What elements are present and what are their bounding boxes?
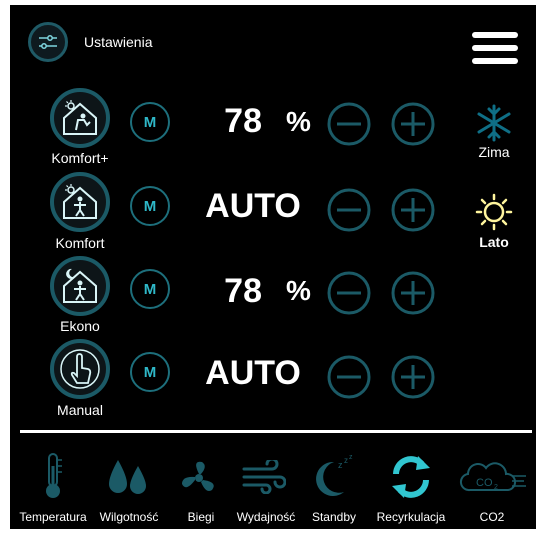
- mode-label: Komfort: [55, 235, 105, 251]
- mode-button-manual[interactable]: [50, 339, 110, 399]
- thermometer-icon[interactable]: [40, 452, 66, 500]
- minus-button[interactable]: [326, 101, 372, 147]
- hand-pointer-icon: [60, 349, 100, 389]
- svg-text:CO: CO: [476, 477, 493, 489]
- house-moon-person-icon: [63, 268, 97, 303]
- plus-button[interactable]: [390, 270, 436, 316]
- minus-button[interactable]: [326, 354, 372, 400]
- house-sun-person-icon: [63, 100, 97, 135]
- app-screen: Ustawienia Komfort+ M 78 % Komfort M AUT…: [10, 5, 536, 529]
- fan-icon[interactable]: [178, 458, 220, 498]
- minus-button[interactable]: [326, 270, 372, 316]
- svg-text:z: z: [344, 456, 348, 465]
- menu-button[interactable]: [472, 32, 518, 68]
- mode-value: AUTO: [205, 187, 301, 225]
- settings-label[interactable]: Ustawienia: [84, 34, 152, 50]
- svg-text:z: z: [349, 454, 353, 461]
- mode-value: AUTO: [205, 354, 301, 392]
- svg-text:2: 2: [494, 484, 498, 491]
- unit-label: %: [286, 275, 311, 306]
- menu-bar-icon: [472, 32, 518, 38]
- season-label[interactable]: Zima: [464, 144, 524, 160]
- settings-button[interactable]: [28, 22, 68, 62]
- season-label[interactable]: Lato: [464, 234, 524, 250]
- sliders-icon: [39, 35, 57, 49]
- svg-text:z: z: [338, 460, 343, 470]
- mode-button-komfort[interactable]: [50, 172, 110, 232]
- unit-label: %: [286, 106, 311, 137]
- plus-button[interactable]: [390, 187, 436, 233]
- mode-value: 78: [224, 272, 262, 310]
- sun-icon[interactable]: [475, 193, 513, 231]
- bottom-label[interactable]: CO2: [444, 510, 536, 524]
- moon-zzz-icon[interactable]: z z z: [314, 454, 354, 498]
- divider: [20, 430, 532, 433]
- mode-label: Komfort+: [51, 150, 109, 166]
- snowflake-icon[interactable]: [475, 104, 513, 142]
- plus-button[interactable]: [390, 101, 436, 147]
- wind-icon[interactable]: [242, 460, 286, 494]
- water-drops-icon[interactable]: [105, 456, 151, 498]
- m-button[interactable]: M: [130, 352, 170, 392]
- plus-button[interactable]: [390, 354, 436, 400]
- recirculation-icon[interactable]: [388, 454, 434, 500]
- mode-label: Manual: [57, 402, 103, 418]
- co2-cloud-icon[interactable]: CO 2: [456, 460, 528, 496]
- mode-label: Ekono: [60, 318, 100, 334]
- m-button[interactable]: M: [130, 186, 170, 226]
- mode-value: 78: [224, 102, 262, 140]
- menu-bar-icon: [472, 58, 518, 64]
- bottom-bar: Temperatura Wilgotność Biegi Wydajność z…: [10, 450, 536, 530]
- mode-button-ekono[interactable]: [50, 256, 110, 316]
- menu-bar-icon: [472, 45, 518, 51]
- minus-button[interactable]: [326, 187, 372, 233]
- house-sun-person-icon: [63, 184, 97, 219]
- mode-button-komfort-plus[interactable]: [50, 88, 110, 148]
